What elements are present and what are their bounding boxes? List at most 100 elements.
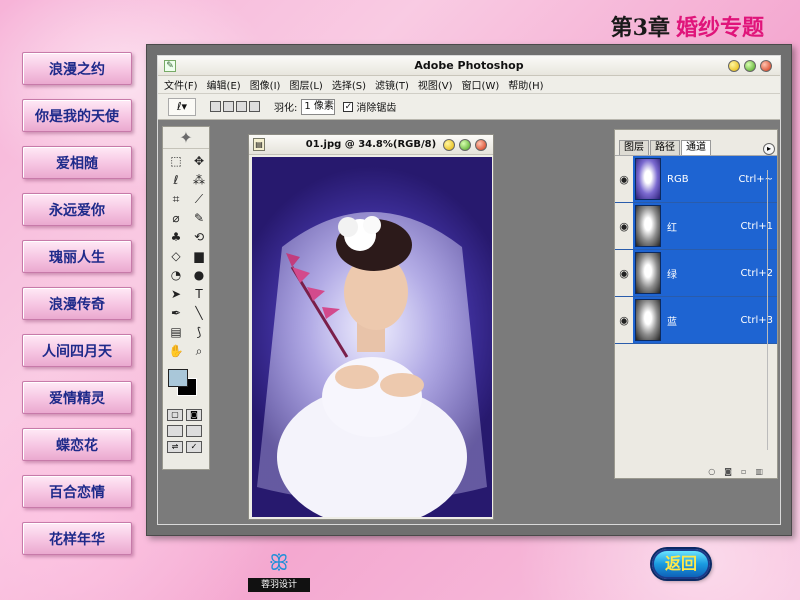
- slice-tool-icon[interactable]: ⟋: [189, 190, 209, 208]
- menu-item-aiqing-jingling[interactable]: 爱情精灵: [22, 381, 132, 414]
- doc-close-button[interactable]: [475, 139, 487, 151]
- path-select-icon[interactable]: ➤: [166, 285, 186, 303]
- menu-layer[interactable]: 图层(L): [289, 77, 322, 92]
- tab-paths[interactable]: 路径: [650, 140, 680, 155]
- jump-row: ⇌ ✓: [163, 439, 209, 455]
- antialias-option[interactable]: ✓ 消除锯齿: [343, 99, 396, 114]
- feather-label: 羽化:: [274, 103, 298, 114]
- menu-item-baihe-lianqing[interactable]: 百合恋情: [22, 475, 132, 508]
- history-brush-icon[interactable]: ⟲: [189, 228, 209, 246]
- feather-input[interactable]: 1 像素: [301, 98, 336, 115]
- eye-icon[interactable]: ◉: [615, 314, 633, 327]
- line-tool-icon[interactable]: ╲: [189, 304, 209, 322]
- type-tool-icon[interactable]: T: [189, 285, 209, 303]
- channel-row-blue[interactable]: ◉ 蓝 Ctrl+3: [615, 297, 777, 344]
- crop-tool-icon[interactable]: ⌗: [166, 190, 186, 208]
- document-icon: ▤: [253, 138, 265, 151]
- eye-icon[interactable]: ◉: [615, 173, 633, 186]
- menu-item-aixiangsui[interactable]: 爱相随: [22, 146, 132, 179]
- eyedropper-tool-icon[interactable]: ⟆: [189, 323, 209, 341]
- channel-row-green[interactable]: ◉ 绿 Ctrl+2: [615, 250, 777, 297]
- channel-thumbnail: [635, 205, 661, 247]
- hand-tool-icon[interactable]: ✋: [166, 342, 186, 360]
- menu-item-langman-chuanqi[interactable]: 浪漫传奇: [22, 287, 132, 320]
- menu-image[interactable]: 图像(I): [250, 77, 281, 92]
- minimize-button[interactable]: [728, 60, 740, 72]
- panel-scrollbar[interactable]: [767, 170, 775, 450]
- eraser-tool-icon[interactable]: ◇: [166, 247, 186, 265]
- lasso-tool-icon[interactable]: ℓ: [166, 171, 186, 189]
- zoom-tool-icon[interactable]: ⌕: [189, 342, 209, 360]
- channel-body[interactable]: 红 Ctrl+1: [633, 203, 777, 249]
- selection-mode-group: [210, 101, 260, 112]
- channel-name: RGB: [667, 173, 689, 185]
- new-channel-icon[interactable]: ▫: [741, 467, 746, 476]
- quick-mask-icon[interactable]: ◙: [186, 409, 202, 421]
- channels-panel: 图层 路径 通道 ▸ ◉ RGB Ctrl+~ ◉ 红 Ctrl+1 ◉ 绿 C…: [614, 129, 778, 479]
- return-button[interactable]: 返回: [652, 549, 710, 579]
- document-window: ▤ 01.jpg @ 34.8%(RGB/8): [248, 134, 494, 520]
- tab-channels[interactable]: 通道: [681, 140, 711, 155]
- magic-wand-tool-icon[interactable]: ⁂: [189, 171, 209, 189]
- menu-item-dielianhua[interactable]: 蝶恋花: [22, 428, 132, 461]
- new-selection-icon[interactable]: [210, 101, 221, 112]
- check-icon[interactable]: ✓: [186, 441, 202, 453]
- menu-window[interactable]: 窗口(W): [462, 77, 500, 92]
- menu-select[interactable]: 选择(S): [332, 77, 366, 92]
- bride-photo-illustration: [257, 212, 487, 517]
- gradient-tool-icon[interactable]: ▆: [189, 247, 209, 265]
- menu-item-guili-rensheng[interactable]: 瑰丽人生: [22, 240, 132, 273]
- channel-row-rgb[interactable]: ◉ RGB Ctrl+~: [615, 156, 777, 203]
- menu-item-huayang-nianhua[interactable]: 花样年华: [22, 522, 132, 555]
- brush-tool-icon[interactable]: ✎: [189, 209, 209, 227]
- intersect-selection-icon[interactable]: [249, 101, 260, 112]
- add-selection-icon[interactable]: [223, 101, 234, 112]
- trash-icon[interactable]: ▥: [755, 467, 763, 476]
- screen-mode-standard-icon[interactable]: [167, 425, 183, 437]
- healing-brush-icon[interactable]: ⌀: [166, 209, 186, 227]
- tab-layers[interactable]: 图层: [619, 140, 649, 155]
- menu-filter[interactable]: 滤镜(T): [375, 77, 409, 92]
- menu-item-renjian-siyuetian[interactable]: 人间四月天: [22, 334, 132, 367]
- panel-footer: ○ ◙ ▫ ▥: [615, 464, 777, 478]
- marquee-tool-icon[interactable]: ⬚: [166, 152, 186, 170]
- menu-file[interactable]: 文件(F): [164, 77, 198, 92]
- eye-icon[interactable]: ◉: [615, 267, 633, 280]
- antialias-checkbox[interactable]: ✓: [343, 101, 354, 112]
- menu-view[interactable]: 视图(V): [418, 77, 453, 92]
- maximize-button[interactable]: [744, 60, 756, 72]
- menu-item-yongyuan-aini[interactable]: 永远爱你: [22, 193, 132, 226]
- menu-edit[interactable]: 编辑(E): [207, 77, 241, 92]
- dodge-tool-icon[interactable]: ●: [189, 266, 209, 284]
- close-button[interactable]: [760, 60, 772, 72]
- feather-logo-icon: ✦: [163, 127, 209, 149]
- foreground-color-swatch[interactable]: [168, 369, 188, 387]
- subtract-selection-icon[interactable]: [236, 101, 247, 112]
- channel-name: 绿: [667, 269, 677, 281]
- standard-mode-icon[interactable]: ▢: [167, 409, 183, 421]
- clone-stamp-icon[interactable]: ♣: [166, 228, 186, 246]
- logo-text: 蓉羽设计: [248, 578, 310, 592]
- channel-row-red[interactable]: ◉ 红 Ctrl+1: [615, 203, 777, 250]
- photoshop-window: ✎ Adobe Photoshop 文件(F) 编辑(E) 图像(I) 图层(L…: [157, 55, 781, 525]
- channel-body[interactable]: 绿 Ctrl+2: [633, 250, 777, 296]
- channel-body[interactable]: 蓝 Ctrl+3: [633, 297, 777, 343]
- save-selection-icon[interactable]: ◙: [724, 467, 732, 476]
- doc-minimize-button[interactable]: [443, 139, 455, 151]
- menu-item-tianshi[interactable]: 你是我的天使: [22, 99, 132, 132]
- menu-item-langman-zhiyue[interactable]: 浪漫之约: [22, 52, 132, 85]
- panel-menu-icon[interactable]: ▸: [763, 143, 775, 155]
- blur-tool-icon[interactable]: ◔: [166, 266, 186, 284]
- notes-tool-icon[interactable]: ▤: [166, 323, 186, 341]
- move-tool-icon[interactable]: ✥: [189, 152, 209, 170]
- screen-mode-full-icon[interactable]: [186, 425, 202, 437]
- channel-body[interactable]: RGB Ctrl+~: [633, 156, 777, 202]
- pen-tool-icon[interactable]: ✒: [166, 304, 186, 322]
- lasso-tool-preset-icon[interactable]: ℓ▾: [168, 97, 196, 116]
- doc-maximize-button[interactable]: [459, 139, 471, 151]
- load-selection-icon[interactable]: ○: [708, 467, 715, 476]
- eye-icon[interactable]: ◉: [615, 220, 633, 233]
- bride-photo: [252, 157, 492, 517]
- menu-help[interactable]: 帮助(H): [508, 77, 543, 92]
- jump-to-imageready-icon[interactable]: ⇌: [167, 441, 183, 453]
